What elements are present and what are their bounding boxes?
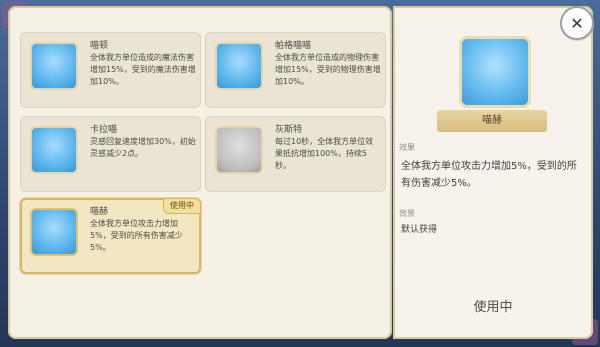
status-in-use: 使用中	[473, 300, 513, 315]
card-desc: 灵感回复速度增加30%，初始灵感减少2点。	[90, 137, 196, 158]
card-name: 灰斯特	[275, 125, 303, 135]
card-name: 帕格喵喵	[275, 41, 312, 51]
cat-portrait-icon	[30, 42, 78, 90]
card-name: 喵顿	[90, 41, 109, 51]
background-label: 背景	[399, 209, 415, 218]
effect-label: 效果	[399, 143, 415, 152]
card-name: 喵赫	[90, 207, 109, 217]
card-desc: 全体我方单位造成的魔法伤害增加15%，受到的魔法伤害增加10%。	[90, 53, 196, 86]
background-text: 默认获得	[401, 225, 438, 235]
card-kalamiao[interactable]: 卡拉喵 灵感回复速度增加30%，初始灵感减少2点。	[20, 116, 201, 192]
selected-name-ribbon: 喵赫	[437, 110, 547, 132]
card-miaodun[interactable]: 喵顿 全体我方单位造成的魔法伤害增加15%，受到的魔法伤害增加10%。	[20, 32, 201, 108]
card-grid-panel: 喵顿 全体我方单位造成的魔法伤害增加15%，受到的魔法伤害增加10%。 帕格喵喵…	[8, 6, 392, 339]
card-miaohe[interactable]: 喵赫 全体我方单位攻击力增加5%，受到的所有伤害减少5%。 使用中	[20, 198, 201, 274]
detail-panel: 喵赫 效果 全体我方单位攻击力增加5%，受到的所有伤害减少5%。 背景 默认获得…	[393, 6, 593, 339]
card-name: 卡拉喵	[90, 125, 118, 135]
effect-text: 全体我方单位攻击力增加5%，受到的所有伤害减少5%。	[401, 161, 577, 189]
close-button[interactable]: ✕	[560, 6, 594, 40]
close-icon: ✕	[570, 13, 584, 33]
cat-portrait-icon	[215, 42, 263, 90]
cat-portrait-icon	[30, 126, 78, 174]
card-desc: 全体我方单位造成的物理伤害增加15%，受到的物理伤害增加10%。	[275, 53, 381, 86]
cat-portrait-icon	[30, 208, 78, 256]
cat-portrait-icon	[215, 126, 263, 174]
card-desc: 全体我方单位攻击力增加5%，受到的所有伤害减少5%。	[90, 219, 183, 252]
card-desc: 每过10秒，全体我方单位效果抵抗增加100%，持续5秒。	[275, 137, 374, 170]
selected-cat-portrait	[459, 36, 531, 108]
in-use-badge: 使用中	[163, 198, 201, 214]
card-pagemiaomiao[interactable]: 帕格喵喵 全体我方单位造成的物理伤害增加15%，受到的物理伤害增加10%。	[205, 32, 386, 108]
card-huisite[interactable]: 灰斯特 每过10秒，全体我方单位效果抵抗增加100%，持续5秒。	[205, 116, 386, 192]
